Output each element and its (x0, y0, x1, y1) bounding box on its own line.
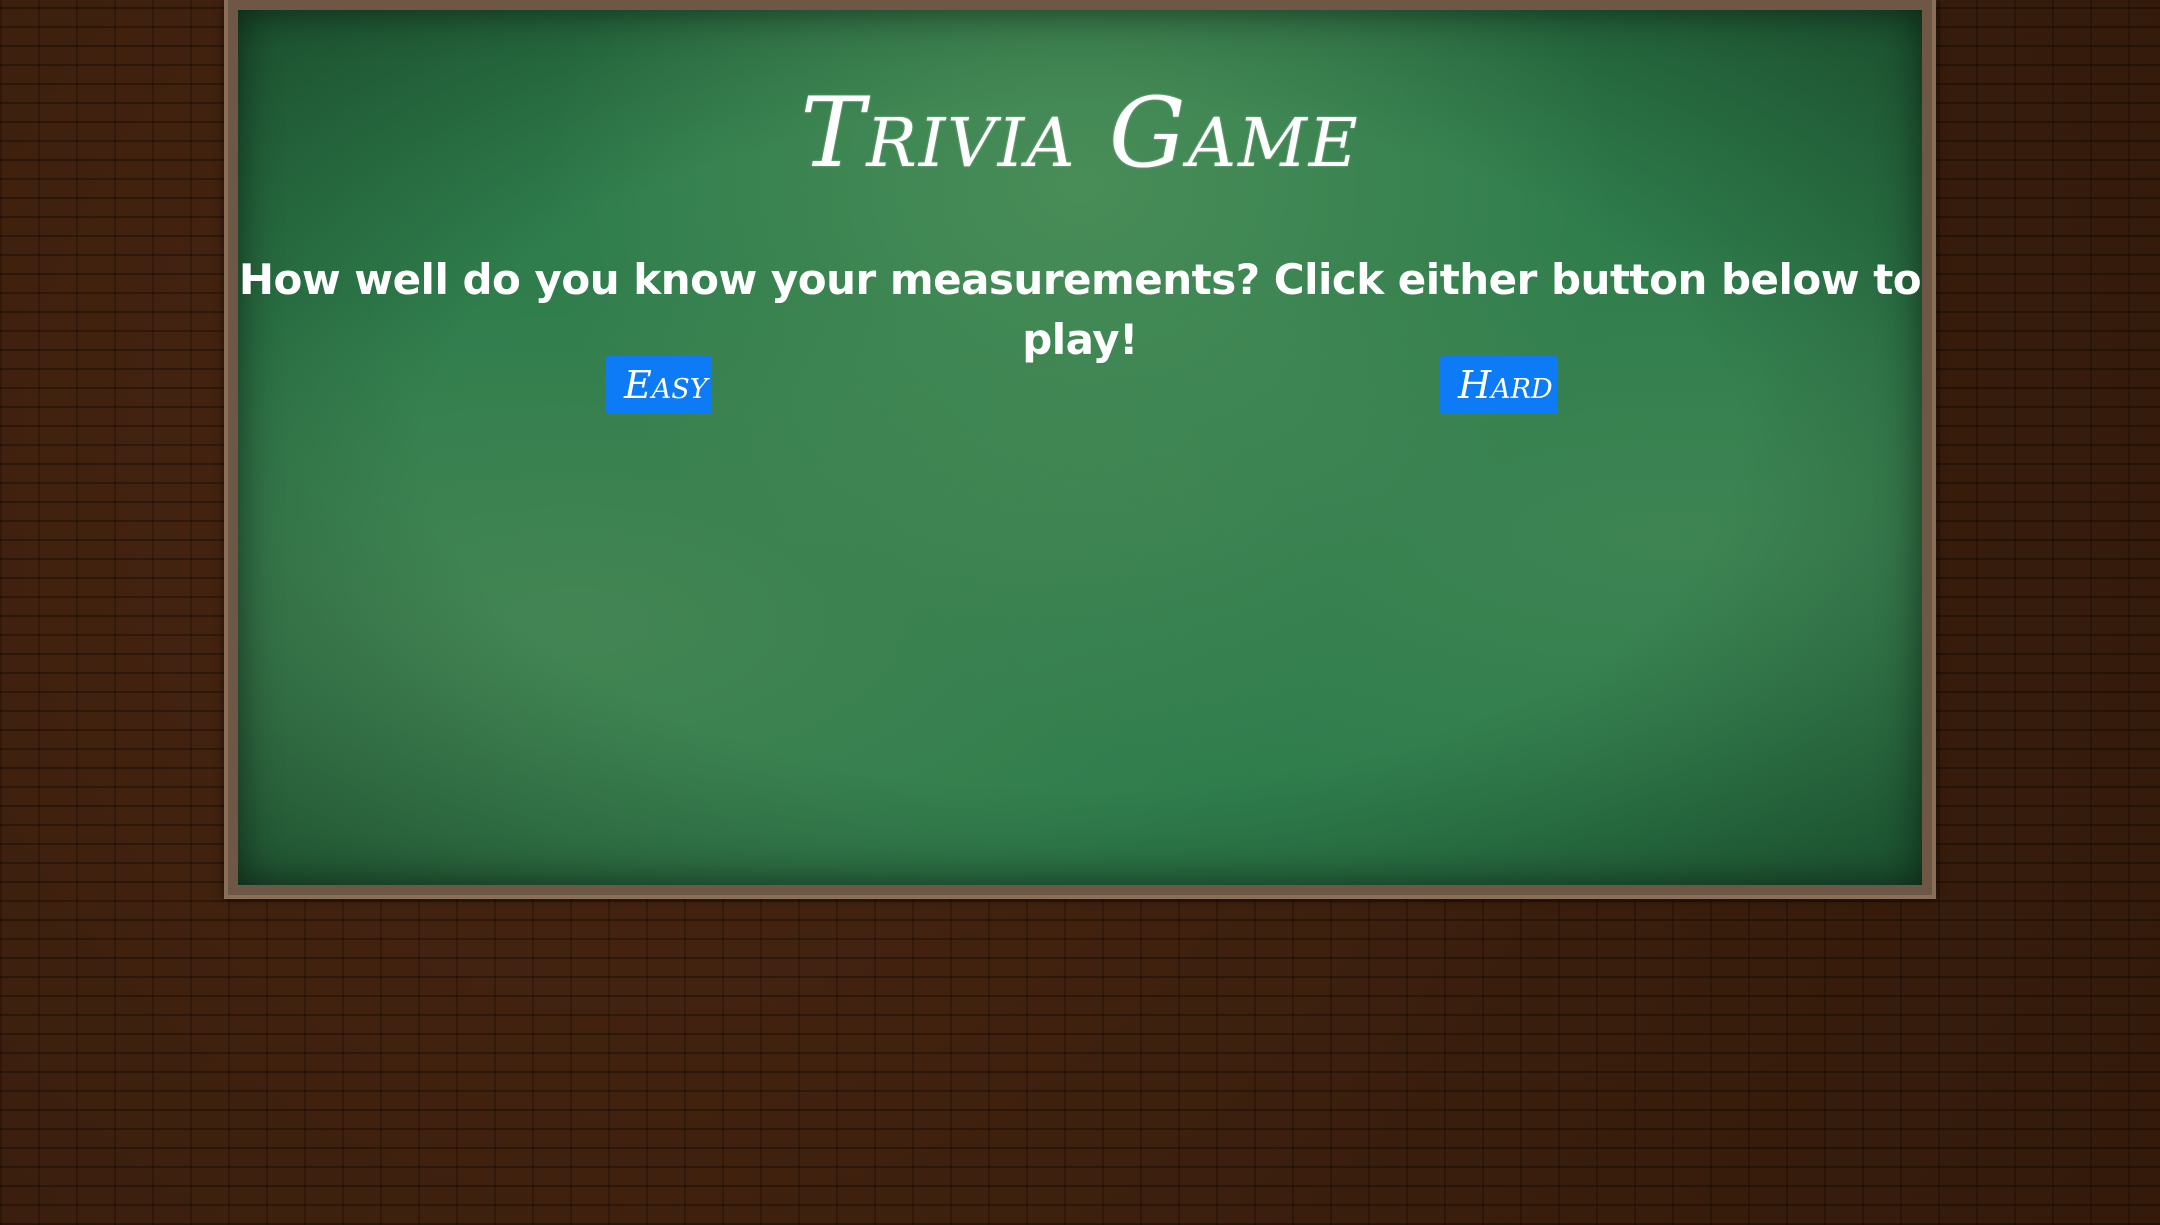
page-title: Trivia Game (800, 77, 1360, 189)
chalkboard: Trivia Game How well do you know your me… (238, 10, 1922, 885)
intro-text: How well do you know your measurements? … (238, 255, 1922, 364)
easy-button[interactable]: Easy (606, 356, 712, 414)
chalkboard-frame: Trivia Game How well do you know your me… (224, 0, 1936, 899)
hard-button[interactable]: Hard (1440, 356, 1558, 414)
